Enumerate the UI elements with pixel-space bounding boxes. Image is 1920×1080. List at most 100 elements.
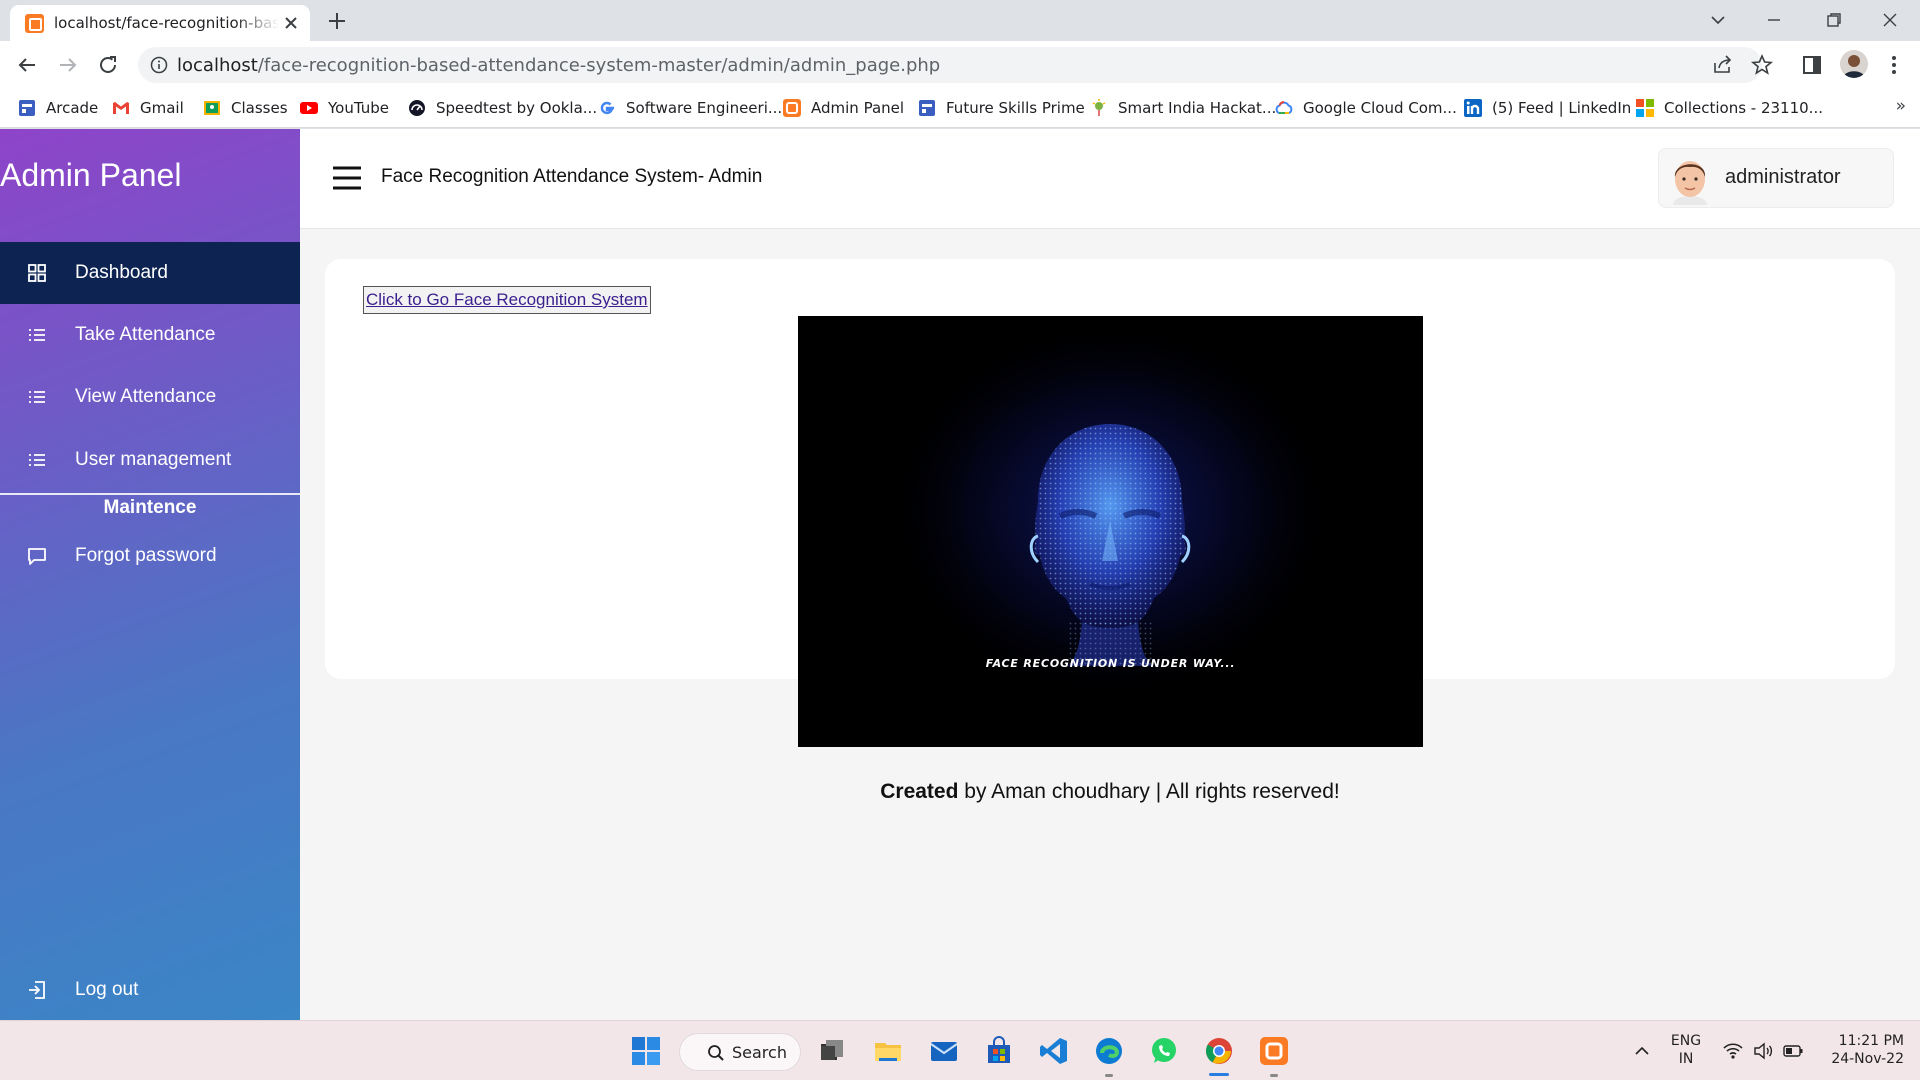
message-icon [28,548,46,565]
language-indicator[interactable]: ENG IN [1668,1032,1704,1068]
clock[interactable]: 11:21 PM 24-Nov-22 [1818,1032,1904,1068]
taskbar-search[interactable]: Search [679,1033,801,1071]
sidebar-item-label: Dashboard [75,262,168,283]
sidebar-item-label: Forgot password [75,545,217,566]
sidebar-item-label: View Attendance [75,386,217,407]
bookmarks-overflow-button[interactable]: » [1896,96,1906,116]
google-cloud-icon [1275,101,1293,114]
sidebar-section-title: Maintence [103,497,197,518]
user-name: administrator [1725,166,1841,188]
sidebar-item-logout[interactable]: Log out [0,959,300,1021]
show-hidden-icons-chevron-icon[interactable] [1631,1040,1653,1062]
tab-close-icon[interactable] [282,14,300,32]
mail-icon[interactable] [929,1036,959,1066]
face-recognition-image: FACE RECOGNITION IS UNDER WAY... [798,316,1423,747]
bookmark-classes[interactable]: Classes [203,96,288,120]
chrome-active-indicator [1209,1073,1229,1076]
battery-icon[interactable] [1782,1040,1804,1062]
minimize-icon[interactable] [1762,8,1786,32]
kebab-menu-icon[interactable] [1882,53,1906,77]
sidebar-item-label: User management [75,449,232,470]
bookmark-future-skills[interactable]: Future Skills Prime [918,96,1085,120]
sidebar-item-user-management[interactable]: User management [0,429,300,491]
user-menu[interactable]: administrator [1658,148,1894,208]
browser-toolbar: localhost/face-recognition-based-attenda… [0,41,1920,88]
page-title: Face Recognition Attendance System- Admi… [381,166,763,187]
bookmark-linkedin[interactable]: (5) Feed | LinkedIn [1464,96,1631,120]
forward-arrow-icon[interactable] [56,53,80,77]
reload-icon[interactable] [96,53,120,77]
xampp-favicon-icon [25,14,44,33]
profile-avatar[interactable] [1840,50,1868,78]
file-explorer-icon[interactable] [873,1036,903,1066]
address-bar[interactable]: localhost/face-recognition-based-attenda… [138,47,1762,83]
site-info-icon[interactable] [150,56,168,74]
task-view-icon[interactable] [817,1036,847,1066]
bookmark-admin-panel[interactable]: Admin Panel [783,96,904,120]
arcade-icon [19,100,35,116]
edge-icon[interactable] [1094,1036,1124,1066]
edge-running-indicator [1105,1074,1113,1077]
xampp-running-indicator [1270,1074,1278,1077]
classroom-icon [204,101,220,115]
bookmark-star-icon[interactable] [1750,53,1774,77]
sidebar-item-forgot-password[interactable]: Forgot password [0,525,300,587]
search-label: Search [732,1043,787,1062]
microsoft-icon [1636,99,1654,117]
share-icon[interactable] [1711,53,1735,77]
bookmark-google-cloud[interactable]: Google Cloud Com... [1275,96,1457,120]
url-text: localhost/face-recognition-based-attenda… [177,55,941,76]
footer-created: Created [880,780,959,803]
list-icon [29,391,45,403]
logout-icon [29,981,45,999]
close-window-icon[interactable] [1878,8,1902,32]
page-header: Face Recognition Attendance System- Admi… [300,129,1920,229]
avatar [1673,161,1707,205]
web-page: Admin Panel Dashboard Take Attendance Vi… [0,129,1920,1020]
sidebar-item-dashboard[interactable]: Dashboard [0,242,300,304]
sidebar-item-label: Log out [75,979,139,1000]
sidebar-divider [0,493,300,495]
content-card: Click to Go Face Recognition System FACE… [325,259,1895,747]
bookmark-gmail[interactable]: Gmail [112,96,184,120]
windows-start-icon[interactable] [631,1036,661,1066]
side-panel-icon[interactable] [1800,53,1824,77]
xampp-taskbar-icon[interactable] [1259,1036,1289,1066]
list-icon [29,329,45,341]
search-icon [708,1045,724,1061]
volume-icon[interactable] [1752,1040,1774,1062]
sidebar-item-view-attendance[interactable]: View Attendance [0,366,300,428]
google-icon [600,101,614,115]
sidebar-brand: Admin Panel [0,157,182,193]
footer-credits: by Aman choudhary | All rights reserved! [958,780,1340,803]
dashboard-grid-icon [28,264,46,282]
chrome-icon[interactable] [1204,1036,1234,1066]
sih-icon [1092,99,1106,116]
new-tab-icon[interactable] [326,10,348,32]
browser-tab[interactable]: localhost/face-recognition-based-attenda… [10,5,310,41]
tab-search-chevron-icon[interactable] [1706,8,1730,32]
image-caption: FACE RECOGNITION IS UNDER WAY... [985,657,1236,670]
bookmark-arcade[interactable]: Arcade [18,96,98,120]
back-arrow-icon[interactable] [15,53,39,77]
bookmark-speedtest[interactable]: Speedtest by Ookla... [408,96,597,120]
bookmark-youtube[interactable]: YouTube [300,96,389,120]
hamburger-menu-icon[interactable] [332,165,362,191]
taskbar: Search ENG IN 11:21 PM 24-Nov-22 [0,1020,1920,1080]
whatsapp-icon[interactable] [1149,1036,1179,1066]
bookmark-software-engineering[interactable]: Software Engineeri... [598,96,782,120]
bookmark-smart-india-hackathon[interactable]: Smart India Hackat... [1090,96,1276,120]
youtube-icon [300,102,318,114]
microsoft-store-icon[interactable] [984,1036,1014,1066]
sidebar-item-label: Take Attendance [75,324,216,345]
digital-face-illustration [798,316,1423,747]
bookmarks-bar: Arcade Gmail Classes YouTube Speedtest b… [0,88,1920,128]
speedtest-icon [409,100,425,116]
go-face-recognition-link[interactable]: Click to Go Face Recognition System [363,286,651,314]
linkedin-icon [1464,99,1482,117]
restore-icon[interactable] [1822,8,1846,32]
wifi-icon[interactable] [1722,1040,1744,1062]
sidebar-item-take-attendance[interactable]: Take Attendance [0,304,300,366]
vscode-icon[interactable] [1039,1036,1069,1066]
bookmark-collections[interactable]: Collections - 23110... [1636,96,1823,120]
